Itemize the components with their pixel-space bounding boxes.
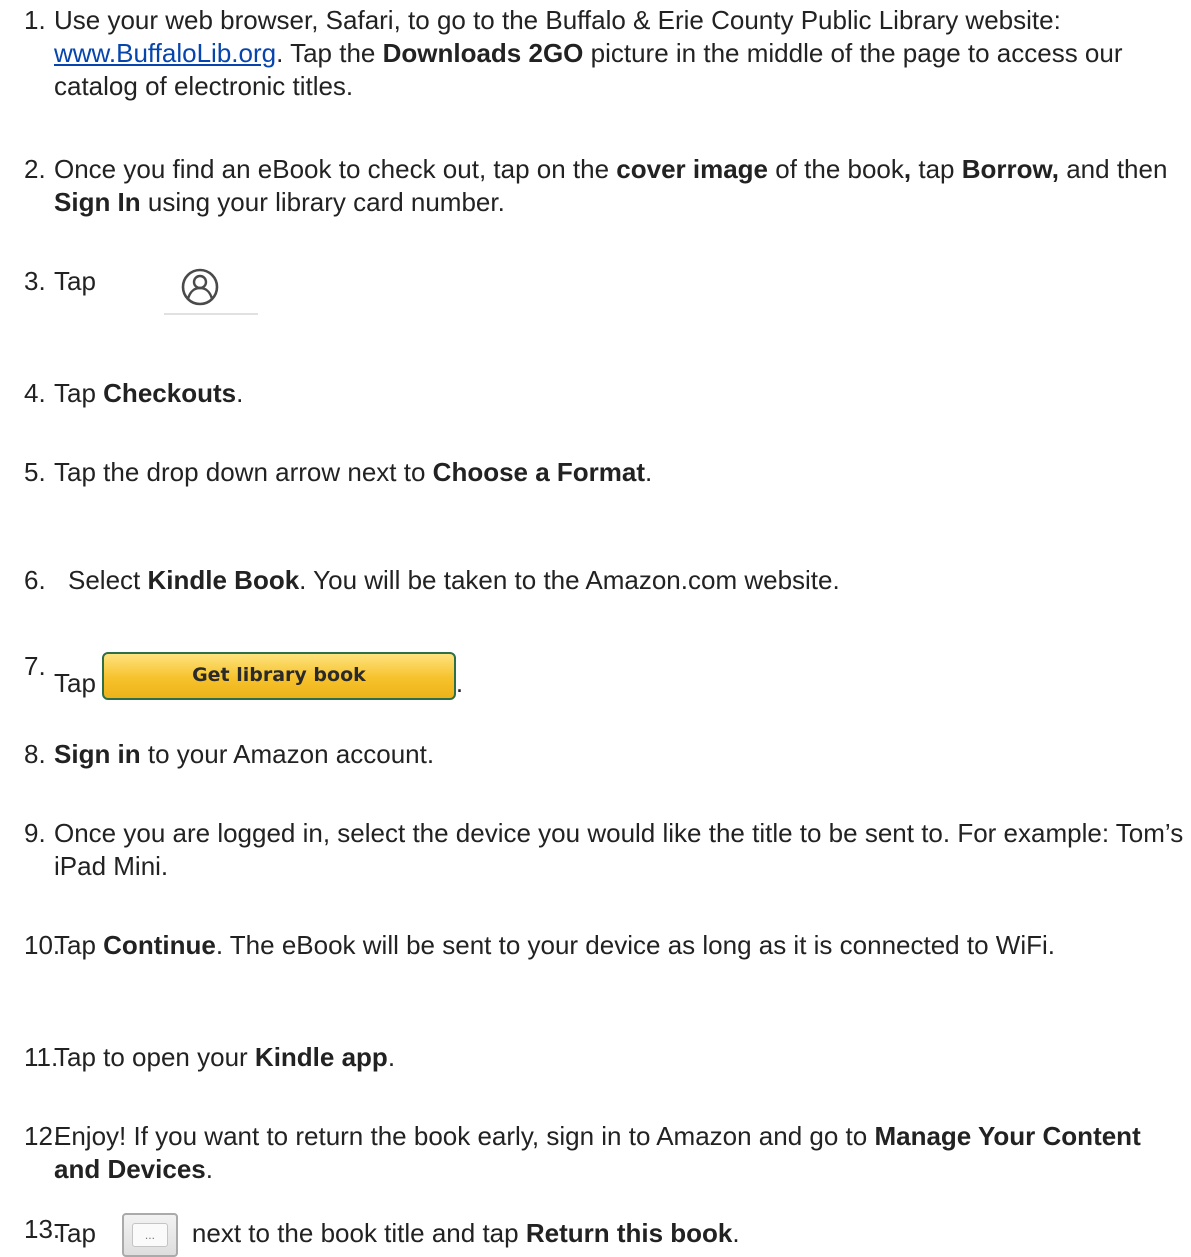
step-9: 9. Once you are logged in, select the de… [24, 817, 1189, 883]
step-keyword: Sign in [54, 739, 141, 769]
step-4: 4. Tap Checkouts. [24, 377, 1189, 410]
get-library-book-button[interactable]: Get library book [101, 652, 456, 701]
step-number: 1. [24, 5, 46, 35]
step-text: Use your web browser, Safari, to go to t… [54, 5, 1061, 35]
step-text: to your Amazon account. [140, 739, 435, 769]
step-text: Tap [54, 930, 104, 960]
more-options-icon: ... [121, 1213, 178, 1257]
step-text: of the book [768, 154, 904, 184]
step-keyword: cover image [616, 154, 769, 184]
step-number: 9. [24, 818, 46, 848]
step-number: 4. [24, 378, 46, 408]
step-keyword: Continue [103, 930, 216, 960]
step-text: . [205, 1154, 213, 1184]
step-keyword: Checkouts [103, 378, 237, 408]
step-13: 13. Tap... next to the book title and tap… [24, 1213, 1189, 1257]
step-12: 12. Enjoy! If you want to return the boo… [24, 1120, 1189, 1186]
step-number: 6. [24, 565, 46, 595]
step-text: . The eBook will be sent to your device … [215, 930, 1055, 960]
step-keyword: Borrow, [961, 154, 1059, 184]
step-keyword: Kindle Book [147, 565, 300, 595]
step-text: . [732, 1217, 740, 1248]
step-text: . [387, 1042, 396, 1072]
step-text: . [645, 457, 653, 487]
step-text: tap [911, 154, 962, 184]
step-11: 11. Tap to open your Kindle app. [24, 1041, 1189, 1074]
step-text: Select [68, 565, 148, 595]
step-8: 8. Sign in to your Amazon account. [24, 738, 1189, 771]
icon-underline [164, 313, 258, 315]
step-1: 1. Use your web browser, Safari, to go t… [24, 4, 1189, 103]
step-6: 6. Select Kindle Book. You will be taken… [24, 564, 1189, 597]
step-text: . Tap the [276, 38, 383, 68]
step-keyword: Kindle app [254, 1042, 388, 1072]
step-text: Enjoy! If you want to return the book ea… [54, 1121, 875, 1151]
step-text: . [236, 378, 244, 408]
step-number: 13. [24, 1214, 61, 1244]
step-text: and then [1059, 154, 1168, 184]
step-2: 2. Once you find an eBook to check out, … [24, 153, 1189, 219]
step-keyword: Return this book [525, 1217, 733, 1248]
step-number: 7. [24, 651, 46, 681]
step-text: . [455, 668, 464, 699]
step-3: 3. Tap [24, 265, 1189, 315]
step-text: Once you find an eBook to check out, tap… [54, 154, 617, 184]
step-number: 2. [24, 154, 46, 184]
step-text: next to the book title and tap [191, 1217, 526, 1248]
step-number: 12. [24, 1121, 61, 1151]
step-text: Tap [54, 668, 96, 699]
library-website-link[interactable]: www.BuffaloLib.org [54, 38, 276, 68]
step-10: 10. Tap Continue. The eBook will be sent… [24, 929, 1189, 962]
step-number: 5. [24, 457, 46, 487]
more-options-dots: ... [144, 1228, 155, 1242]
step-number: 11. [24, 1042, 59, 1072]
step-text: Tap to open your [54, 1042, 255, 1072]
user-profile-icon [181, 268, 219, 306]
step-keyword: Downloads 2GO [382, 38, 584, 68]
step-text: . You will be taken to the Amazon.com we… [299, 565, 840, 595]
step-text: using your library card number. [140, 187, 505, 217]
step-text: Tap [54, 1217, 96, 1248]
step-text: Once you are logged in, select the devic… [54, 818, 1184, 881]
step-text: Tap [54, 266, 96, 296]
step-number: 10. [24, 930, 61, 960]
step-number: 3. [24, 266, 46, 296]
step-keyword: Sign In [54, 187, 141, 217]
step-text: Tap the drop down arrow next to [54, 457, 433, 487]
step-text: Tap [54, 378, 104, 408]
step-keyword: Choose a Format [432, 457, 646, 487]
step-7: 7. Tap Get library book. [24, 641, 1189, 701]
step-number: 8. [24, 739, 46, 769]
user-profile-icon-image [164, 255, 260, 315]
step-5: 5. Tap the drop down arrow next to Choos… [24, 456, 1189, 489]
